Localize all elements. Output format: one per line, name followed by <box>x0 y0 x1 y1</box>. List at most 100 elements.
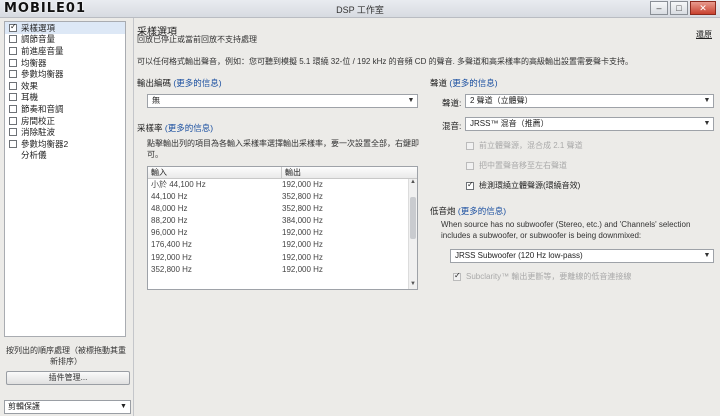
effect-item[interactable]: 消除駐波 <box>5 126 125 138</box>
effect-item[interactable]: 效果 <box>5 80 125 92</box>
effect-item-label: 調節音量 <box>21 34 56 45</box>
table-row[interactable]: 96,000 Hz 192,000 Hz <box>148 227 417 239</box>
effects-list: 采樣選項調節音量前進座音量均衡器參數均衡器效果耳機節奏和音調房間校正消除駐波參數… <box>4 21 126 337</box>
subwoofer-more-link[interactable]: (更多的信息) <box>458 206 506 216</box>
window-title: DSP 工作室 <box>336 5 384 15</box>
checkbox[interactable] <box>9 93 17 102</box>
output-rate-cell[interactable]: 192,000 Hz <box>282 264 323 276</box>
output-rate-cell[interactable]: 352,800 Hz <box>282 191 323 203</box>
table-row[interactable]: 44,100 Hz 352,800 Hz <box>148 191 417 203</box>
table-row[interactable]: 88,200 Hz 384,000 Hz <box>148 215 417 227</box>
subwoofer-label: 低音炮 (更多的信息) <box>430 205 506 217</box>
checkbox[interactable] <box>9 46 17 55</box>
output-rate-cell[interactable]: 384,000 Hz <box>282 215 323 227</box>
plugin-manager-button[interactable]: 插件管理... <box>6 371 130 385</box>
table-row[interactable]: 176,400 Hz 192,000 Hz <box>148 239 417 251</box>
checkbox[interactable] <box>9 70 17 79</box>
checkbox[interactable] <box>9 58 17 67</box>
option-center-to-lr-label: 把中置聲音移至左右聲道 <box>479 161 567 170</box>
chevron-down-icon: ▼ <box>120 403 127 410</box>
restore-link[interactable]: 還原 <box>696 29 712 40</box>
checkbox[interactable] <box>9 139 17 148</box>
checkbox-checked[interactable] <box>466 180 474 190</box>
effect-item-label: 前進座音量 <box>21 45 64 56</box>
effect-item[interactable]: 耳機 <box>5 92 125 104</box>
maximize-button[interactable]: □ <box>670 1 688 15</box>
output-format-select[interactable]: 無 ▼ <box>147 94 418 108</box>
effect-item-label: 參數均衡器2 <box>21 138 69 149</box>
checkbox[interactable] <box>466 141 474 150</box>
preset-value: 剪輯保護 <box>8 402 40 411</box>
output-rate-cell[interactable]: 192,000 Hz <box>282 239 323 251</box>
column-output-header[interactable]: 輸出 <box>282 167 301 178</box>
output-rate-cell[interactable]: 192,000 Hz <box>282 179 323 191</box>
effect-item[interactable]: 調節音量 <box>5 34 125 46</box>
channels-label: 聲道 (更多的信息) <box>430 77 498 89</box>
input-rate-cell: 44,100 Hz <box>151 192 188 202</box>
output-format-more-link[interactable]: (更多的信息) <box>173 78 221 88</box>
channels-more-link[interactable]: (更多的信息) <box>449 78 497 88</box>
title-bar: MOBILE01 DSP 工作室 – □ ✕ <box>0 0 720 18</box>
checkbox[interactable] <box>9 22 17 32</box>
output-rate-cell[interactable]: 352,800 Hz <box>282 203 323 215</box>
effect-item-label: 房間校正 <box>21 115 56 126</box>
effect-item[interactable]: 參數均衡器 <box>5 68 125 80</box>
effect-item[interactable]: 均衡器 <box>5 57 125 69</box>
subwoofer-description: When source has no subwoofer (Stereo, et… <box>441 220 691 240</box>
mix-select[interactable]: JRSS™ 混音（推薦） ▼ <box>465 117 714 131</box>
checkbox[interactable] <box>466 161 474 170</box>
checkbox[interactable] <box>9 116 17 125</box>
effect-item[interactable]: 前進座音量 <box>5 45 125 57</box>
channel-count-select[interactable]: 2 聲道（立體聲） ▼ <box>465 94 714 108</box>
preset-select[interactable]: 剪輯保護 ▼ <box>4 400 131 414</box>
effect-item-label: 耳機 <box>21 92 39 103</box>
column-input-header[interactable]: 輸入 <box>148 167 282 178</box>
output-format-title: 輸出編碼 <box>137 78 172 88</box>
scrollbar-thumb[interactable] <box>410 197 416 239</box>
table-row[interactable]: 192,000 Hz 192,000 Hz <box>148 252 417 264</box>
checkbox[interactable] <box>9 104 17 113</box>
table-scrollbar[interactable]: ▲ ▼ <box>408 179 417 289</box>
checkbox[interactable] <box>9 81 17 90</box>
effect-item[interactable]: 分析儀 <box>5 150 125 162</box>
checkbox-placeholder <box>9 151 17 159</box>
sample-rate-hint: 點擊輸出列的項目為各輸入采樣率選擇輸出采樣率，要一次設置全部，右鍵即可。 <box>147 139 419 159</box>
scroll-down-icon[interactable]: ▼ <box>409 281 417 289</box>
chevron-down-icon: ▼ <box>703 120 711 127</box>
channel-count-label: 聲道: <box>442 98 462 108</box>
input-rate-cell: 小於 44,100 Hz <box>151 180 206 189</box>
output-format-label: 輸出編碼 (更多的信息) <box>137 77 222 89</box>
option-detect-surround-label: 檢測環繞立體聲源(環繞音效) <box>479 181 581 190</box>
sample-rate-table: 輸入 輸出 小於 44,100 Hz 192,000 Hz 44,100 Hz 352… <box>147 166 418 290</box>
subwoofer-value: JRSS Subwoofer (120 Hz low-pass) <box>455 251 583 260</box>
checkbox[interactable] <box>9 128 17 137</box>
effect-item[interactable]: 采樣選項 <box>5 22 125 34</box>
output-rate-cell[interactable]: 192,000 Hz <box>282 252 323 264</box>
sample-rate-title: 采樣率 <box>137 123 163 133</box>
option-detect-surround[interactable]: 檢測環繞立體聲源(環繞音效) <box>466 180 580 191</box>
page-subtitle: 回放已停止或當前回放不支持處理 <box>137 35 257 44</box>
effect-item[interactable]: 參數均衡器2 <box>5 138 125 150</box>
effect-item[interactable]: 節奏和音調 <box>5 103 125 115</box>
channels-title: 聲道 <box>430 78 448 88</box>
chevron-down-icon: ▼ <box>703 252 711 259</box>
checkbox-checked[interactable] <box>453 271 461 281</box>
chevron-down-icon: ▼ <box>703 97 711 104</box>
table-row[interactable]: 48,000 Hz 352,800 Hz <box>148 203 417 215</box>
option-front-stereo[interactable]: 前立體聲源，混合成 2.1 聲道 <box>466 140 583 151</box>
effect-item[interactable]: 房間校正 <box>5 115 125 127</box>
minimize-button[interactable]: – <box>650 1 668 15</box>
option-center-to-lr[interactable]: 把中置聲音移至左右聲道 <box>466 160 567 171</box>
window-controls: – □ ✕ <box>650 1 716 15</box>
close-button[interactable]: ✕ <box>690 1 716 15</box>
option-subclarity[interactable]: Subclarity™ 輸出更斷等，要離線的低音連接線 <box>453 271 631 282</box>
scroll-up-icon[interactable]: ▲ <box>409 179 417 187</box>
table-header: 輸入 輸出 <box>148 167 417 179</box>
sample-rate-more-link[interactable]: (更多的信息) <box>165 123 213 133</box>
order-note: 按列出的順序處理（被標拖動其重新排序） <box>6 346 126 366</box>
subwoofer-select[interactable]: JRSS Subwoofer (120 Hz low-pass) ▼ <box>450 249 714 263</box>
output-rate-cell[interactable]: 192,000 Hz <box>282 227 323 239</box>
table-row[interactable]: 352,800 Hz 192,000 Hz <box>148 264 417 276</box>
table-row[interactable]: 小於 44,100 Hz 192,000 Hz <box>148 179 417 191</box>
checkbox[interactable] <box>9 35 17 44</box>
